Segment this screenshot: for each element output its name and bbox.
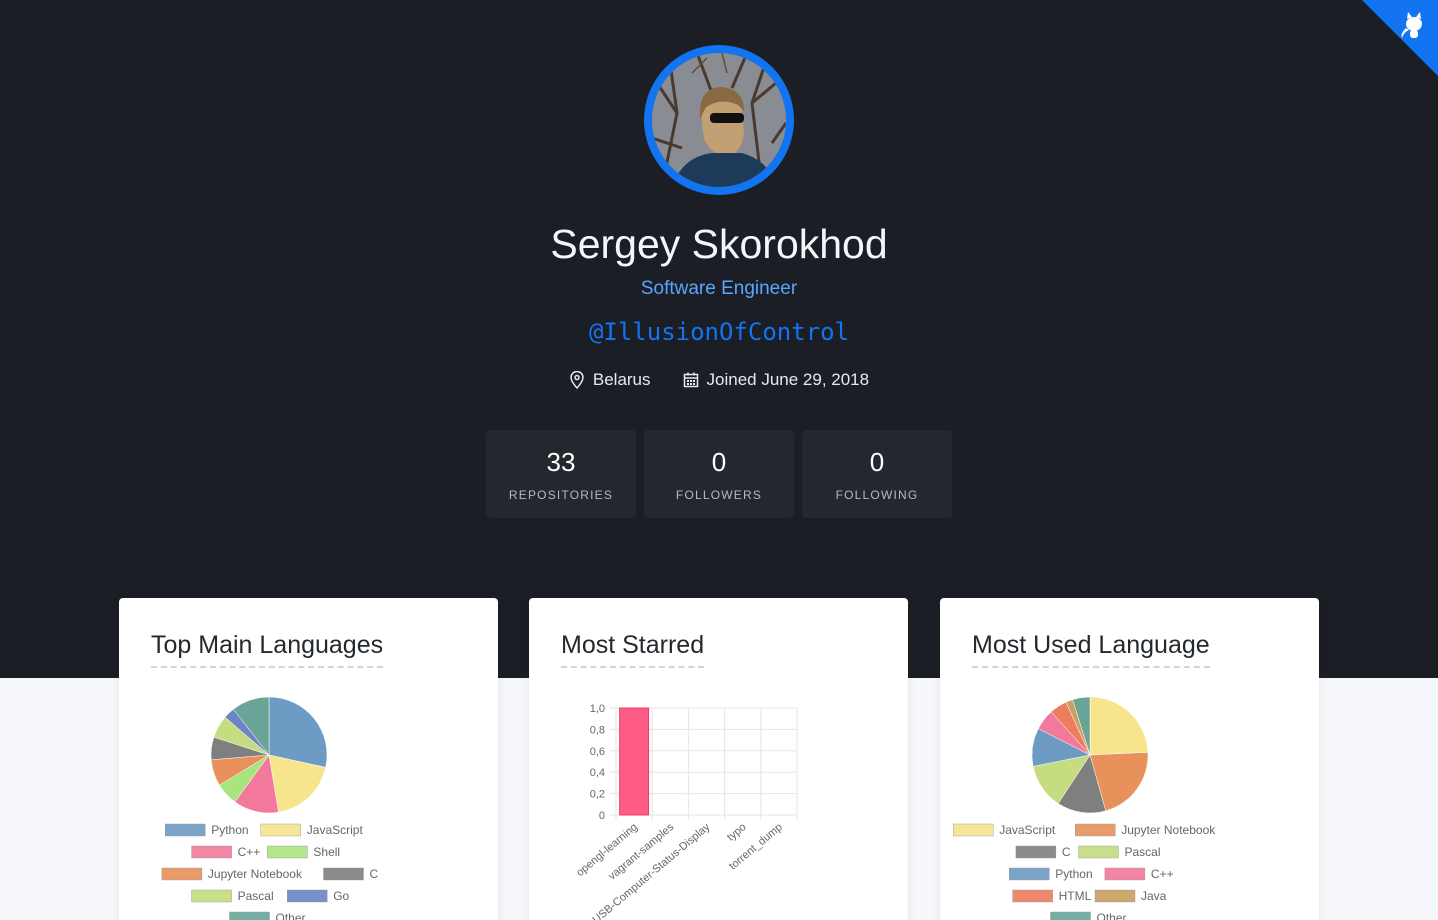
y-tick-label: 0,6 (590, 746, 605, 758)
legend-label-pascal[interactable]: Pascal (238, 889, 274, 903)
stat-label: REPOSITORIES (508, 488, 614, 502)
profile-handle-link[interactable]: @IllusionOfControl (0, 316, 1438, 348)
card-title: Top Main Languages (151, 628, 384, 668)
legend-swatch-python[interactable] (165, 823, 206, 837)
x-tick-label: opengl-learning (574, 821, 640, 879)
legend-swatch-other[interactable] (229, 911, 270, 920)
avatar (652, 53, 786, 187)
legend-label-jupyter-notebook[interactable]: Jupyter Notebook (1121, 823, 1216, 837)
card-title: Most Starred (561, 628, 705, 668)
legend-swatch-jupyter-notebook[interactable] (1074, 823, 1116, 837)
legend-label-c[interactable]: C (370, 867, 379, 881)
map-pin-icon (570, 371, 584, 389)
location-text: Belarus (592, 370, 651, 389)
avatar-photo (652, 53, 786, 187)
joined-date: Joined June 29, 2018 (683, 368, 870, 392)
calendar-icon (683, 372, 698, 388)
x-tick-label: typo (725, 821, 749, 844)
legend-swatch-c[interactable] (191, 845, 232, 859)
y-tick-label: 0,4 (590, 767, 605, 779)
y-tick-label: 1,0 (590, 703, 605, 715)
pie-slice-javascript[interactable] (1089, 696, 1149, 756)
y-tick-label: 0 (599, 810, 605, 822)
y-tick-label: 0,2 (590, 789, 605, 801)
y-tick-label: 0,8 (590, 724, 605, 736)
legend-label-python[interactable]: Python (211, 823, 248, 837)
legend-label-c[interactable]: C (1062, 845, 1071, 859)
github-corner-icon[interactable] (1362, 0, 1438, 76)
legend-label-python[interactable]: Python (1055, 867, 1092, 881)
location: Belarus (569, 368, 651, 392)
legend-swatch-java[interactable] (1094, 889, 1136, 903)
stat-followers[interactable]: 0 FOLLOWERS (644, 430, 794, 518)
legend-swatch-jupyter-notebook[interactable] (161, 867, 203, 881)
joined-text: Joined June 29, 2018 (706, 370, 870, 389)
legend-label-pascal[interactable]: Pascal (1125, 845, 1161, 859)
legend-label-c[interactable]: C++ (1151, 867, 1174, 881)
card-top-main-languages: Python JavaScript C++ Shell Jupyter Notebook… (119, 598, 498, 920)
profile-hero: Sergey Skorokhod Software Engineer @Illu… (0, 0, 1438, 678)
legend-swatch-c[interactable] (1104, 867, 1146, 881)
legend-swatch-c[interactable] (1015, 845, 1057, 859)
legend-label-jupyter-notebook[interactable]: Jupyter Notebook (208, 867, 303, 881)
stat-value: 33 (546, 447, 576, 477)
legend-label-java[interactable]: Java (1141, 889, 1167, 903)
legend-swatch-c[interactable] (323, 867, 364, 881)
stats-row: 33 REPOSITORIES 0 FOLLOWERS 0 FOLLOWING (486, 430, 952, 518)
profile-meta: Belarus Joined June 29, 2018 (0, 368, 1438, 392)
legend-label-javascript[interactable]: JavaScript (999, 823, 1056, 837)
stat-repositories[interactable]: 33 REPOSITORIES (486, 430, 636, 518)
legend-label-shell[interactable]: Shell (313, 845, 340, 859)
profile-name: Sergey Skorokhod (550, 221, 888, 267)
legend-swatch-pascal[interactable] (1078, 845, 1119, 859)
stat-following[interactable]: 0 FOLLOWING (802, 430, 952, 518)
legend-swatch-pascal[interactable] (191, 889, 232, 903)
legend-label-html[interactable]: HTML (1059, 889, 1092, 903)
legend-swatch-python[interactable] (1009, 867, 1050, 881)
avatar-ring (644, 45, 794, 195)
legend-label-other[interactable]: Other (276, 911, 306, 920)
legend-swatch-go[interactable] (286, 889, 328, 903)
card-most-used-language: JavaScript Jupyter Notebook C Pascal Python C… (940, 598, 1319, 920)
legend-label-javascript[interactable]: JavaScript (307, 823, 364, 837)
legend-swatch-javascript[interactable] (260, 823, 302, 837)
legend-swatch-html[interactable] (1012, 889, 1053, 903)
card-title: Most Used Language (972, 628, 1210, 668)
legend-swatch-shell[interactable] (267, 845, 308, 859)
bar-opengl-learning[interactable] (619, 707, 650, 816)
stat-label: FOLLOWING (835, 488, 919, 502)
legend-swatch-other[interactable] (1050, 911, 1091, 920)
legend-swatch-javascript[interactable] (952, 823, 994, 837)
legend-label-other[interactable]: Other (1097, 911, 1127, 920)
card-most-starred: 0 0,2 0,4 0,6 0,8 1,0 opengl-learning vagrant-s… (529, 598, 908, 920)
legend-label-go[interactable]: Go (333, 889, 349, 903)
stat-value: 0 (869, 447, 885, 477)
profile-role: Software Engineer (640, 278, 798, 299)
legend-label-c[interactable]: C++ (238, 845, 261, 859)
stat-label: FOLLOWERS (675, 488, 763, 502)
stat-value: 0 (711, 447, 727, 477)
